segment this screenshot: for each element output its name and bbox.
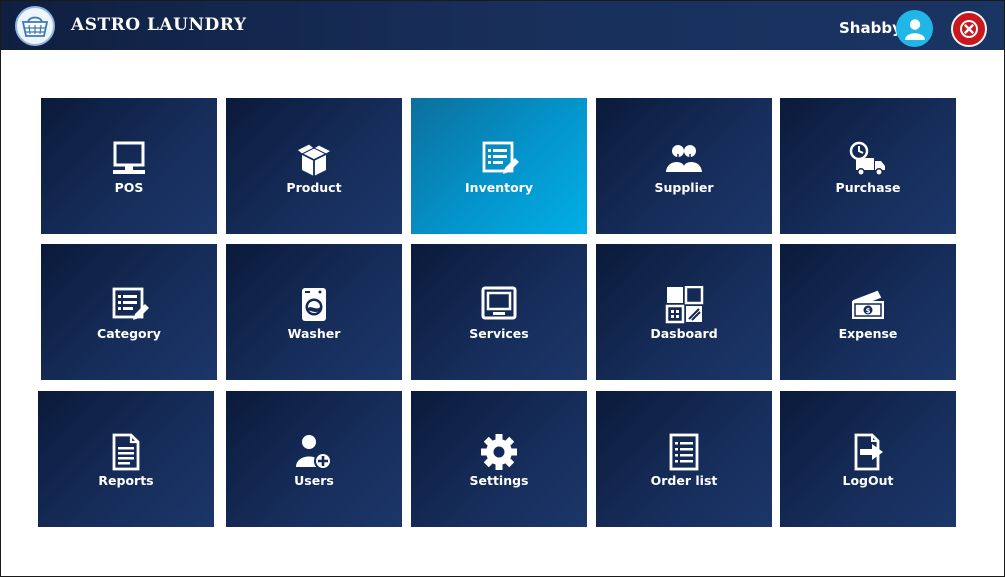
washing-machine-icon: [302, 287, 326, 321]
tile-label: Inventory: [465, 179, 533, 195]
gear-icon: [481, 433, 517, 470]
tile-label: Services: [469, 325, 529, 341]
order-list-icon: [669, 433, 699, 470]
tile-label: Users: [294, 472, 334, 488]
tile-purchase[interactable]: Purchase: [780, 98, 956, 234]
tile-logout[interactable]: LogOut: [780, 391, 956, 527]
tile-label: Purchase: [835, 179, 901, 195]
user-avatar-icon[interactable]: [896, 10, 933, 47]
tile-settings[interactable]: Settings: [411, 391, 587, 527]
tile-order-list[interactable]: Order list: [596, 391, 772, 527]
tile-label: Reports: [98, 472, 154, 488]
tile-users[interactable]: Users: [226, 391, 402, 527]
tile-expense[interactable]: $ Expense: [780, 244, 956, 380]
tile-label: Dasboard: [650, 325, 718, 341]
tile-reports[interactable]: Reports: [38, 391, 214, 527]
logout-icon: [854, 433, 883, 470]
close-button[interactable]: [951, 11, 987, 47]
tile-product[interactable]: Product: [226, 98, 402, 234]
tile-dashboard[interactable]: Dasboard: [596, 244, 772, 380]
tile-washer[interactable]: Washer: [226, 244, 402, 380]
tile-label: LogOut: [842, 472, 894, 488]
inventory-list-icon: [482, 141, 519, 174]
tile-label: Expense: [838, 325, 898, 341]
title-bar: ASTRO LAUNDRY Shabby: [1, 1, 1004, 50]
svg-text:$: $: [866, 307, 871, 315]
users-group-icon: [666, 144, 702, 172]
screen-icon: [481, 286, 517, 319]
monitor-icon: [113, 141, 145, 174]
dashboard-grid-icon: [665, 285, 704, 323]
tile-inventory[interactable]: Inventory: [411, 98, 587, 234]
money-icon: $: [851, 288, 884, 319]
tile-category[interactable]: Category: [41, 244, 217, 380]
delivery-truck-icon: [849, 141, 885, 176]
tile-label: Settings: [469, 472, 529, 488]
tile-label: Washer: [287, 325, 341, 341]
document-icon: [112, 433, 140, 470]
close-icon: [960, 20, 978, 38]
category-list-icon: [112, 287, 149, 320]
user-name: Shabby: [839, 19, 902, 37]
tile-pos[interactable]: POS: [41, 98, 217, 234]
tile-label: Supplier: [654, 179, 714, 195]
tile-label: POS: [114, 179, 144, 195]
box-icon: [296, 142, 333, 176]
tile-label: Category: [97, 325, 161, 341]
add-user-icon: [296, 434, 332, 470]
tile-label: Product: [286, 179, 342, 195]
laundry-basket-icon: [15, 6, 55, 46]
tile-label: Order list: [650, 472, 718, 488]
tile-services[interactable]: Services: [411, 244, 587, 380]
tile-supplier[interactable]: Supplier: [596, 98, 772, 234]
app-title: ASTRO LAUNDRY: [71, 15, 247, 35]
